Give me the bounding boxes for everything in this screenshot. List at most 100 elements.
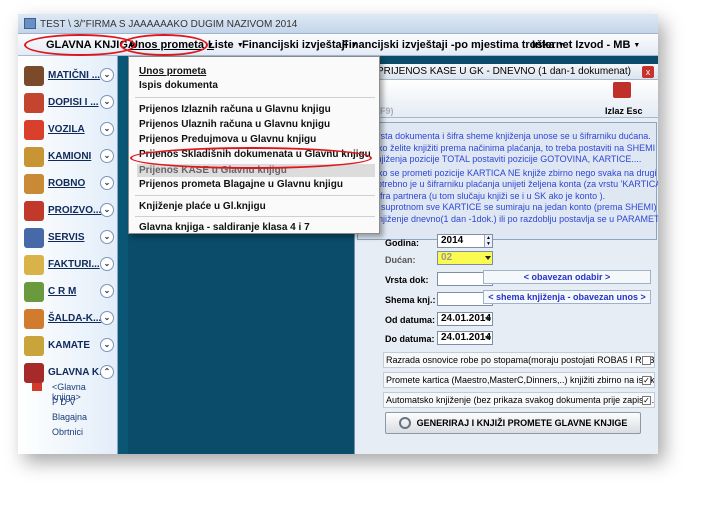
check-kartice-zbirno[interactable]: Promete kartica (Maestro,MasterC,Dinners… [383,372,655,388]
chevron-down-icon[interactable]: ⌄ [100,311,114,325]
transfer-panel: PRIJENOS KASE U GK - DNEVNO (1 dan-1 dok… [354,64,658,454]
chevron-down-icon [485,336,491,340]
app-window: TEST \ 3/"FIRMA S JAAAAAAKO DUGIM NAZIVO… [18,14,658,454]
menu-item-ispis-dokumenta[interactable]: Ispis dokumenta [137,79,375,92]
ducan-select[interactable]: 02 [437,251,493,265]
spinner-icon[interactable]: ▲ ▼ [484,235,492,247]
close-icon[interactable]: x [642,66,654,78]
title-bar: TEST \ 3/"FIRMA S JAAAAAAKO DUGIM NAZIVO… [18,14,658,34]
sidebar-item-robno[interactable]: ROBNO ⌄ [20,172,116,196]
highlight-oval-prijenos-kase [130,147,372,169]
do-datuma-input[interactable]: 24.01.2014 [437,331,493,345]
chevron-down-icon [485,317,491,321]
vrsta-dok-label: Vrsta dok: [385,275,429,285]
do-datuma-label: Do datuma: [385,334,435,344]
sidebar-item-servis[interactable]: SERVIS ⌄ [20,226,116,250]
generate-button[interactable]: GENERIRAJ I KNJIŽI PROMETE GLAVNE KNJIGE [385,412,641,434]
checkbox-kartice-zbirno[interactable]: ✓ [642,376,651,385]
chevron-down-icon[interactable]: ⌄ [100,338,114,352]
od-datuma-label: Od datuma: [385,315,436,325]
workspace-background [118,56,128,454]
chevron-down-icon[interactable]: ⌄ [100,230,114,244]
sidebar-item-vozila[interactable]: VOZILA ⌄ [20,118,116,142]
chevron-down-icon[interactable]: ⌄ [100,284,114,298]
sidebar-item-maticni[interactable]: MATIČNI ... ⌄ [20,64,116,88]
menu-internet-izvod[interactable]: Internet Izvod - MB ▼ [528,37,644,53]
godina-input[interactable]: 2014 ▲ ▼ [437,234,493,248]
chevron-down-icon: ▼ [633,42,641,49]
menu-item-prijenos-izlaznih[interactable]: Prijenos Izlaznih računa u Glavnu knjigu [137,103,375,116]
chevron-down-icon[interactable]: ⌄ [100,203,114,217]
truck-icon [24,147,44,167]
chevron-down-icon[interactable]: ⌄ [100,257,114,271]
goods-icon [24,174,44,194]
check-razrada[interactable]: Razrada osnovice robe po stopama(moraju … [383,352,655,368]
menu-item-saldiranje[interactable]: Glavna knjiga - saldiranje klasa 4 i 7 [137,221,375,234]
highlight-oval-unos-prometa [120,34,208,56]
menu-item-knjizenje-place[interactable]: Knjiženje plaće u Gl.knjigu [137,200,375,213]
balance-icon [24,309,44,329]
menu-separator [135,195,375,196]
sidebar-item-dopisi[interactable]: DOPISI I ... ⌄ [20,91,116,115]
chevron-down-icon[interactable]: ⌄ [100,122,114,136]
sidebar-item-salda-konti[interactable]: ŠALDA-K... ⌄ [20,307,116,331]
menu-separator [135,216,375,217]
ducan-label: Dućan: [385,255,416,265]
sidebar-subitem-obrtnici[interactable]: Obrtnici [52,427,83,437]
sidebar: MATIČNI ... ⌄ DOPISI I ... ⌄ VOZILA ⌄ KAMIO… [18,56,118,454]
menu-item-unos-prometa[interactable]: Unos prometa [137,65,375,78]
app-icon [24,18,36,29]
people-icon [24,282,44,302]
sidebar-item-proizvodnja[interactable]: PROIZVO... ⌄ [20,199,116,223]
books-icon [24,66,44,86]
chevron-down-icon[interactable]: ⌄ [100,149,114,163]
info-line: U suprotnom sve KARTICE se sumiraju na j… [372,202,657,212]
menu-item-prijenos-ulaznih[interactable]: Prijenos Ulaznih računa u Glavnu knjigu [137,118,375,131]
info-line: Knjiženje dnevno(1 dan -1dok.) ili po ra… [372,214,658,224]
chevron-down-icon[interactable]: ⌄ [100,176,114,190]
invoice-icon [24,255,44,275]
panel-title: PRIJENOS KASE U GK - DNEVNO (1 dan-1 dok… [355,64,658,80]
letters-icon [24,93,44,113]
info-box: Vrsta dokumenta i šifra sheme knjiženja … [357,122,658,240]
check-automatsko[interactable]: Automatsko knjiženje (bez prikaza svakog… [383,392,655,408]
shema-hint: < shema knjiženja - obavezan unos > [483,290,651,304]
od-datuma-input[interactable]: 24.01.2014 [437,312,493,326]
chevron-up-icon[interactable]: ⌃ [100,365,114,379]
info-line: potrebno je u šifrarniku plaćanja unijet… [372,179,658,189]
car-icon [24,120,44,140]
gear-icon [398,417,411,429]
info-line: Šifra partnera (u tom slučaju knjiži se … [372,191,606,201]
sidebar-item-crm[interactable]: C R M ⌄ [20,280,116,304]
exit-button[interactable]: Izlaz Esc [605,106,643,116]
vrsta-dok-hint: < obavezan odabir > [483,270,651,284]
info-line: Ako se prometi pozicije KARTICA NE knjiž… [372,168,658,178]
sidebar-item-kamate[interactable]: KAMATE ⌄ [20,334,116,358]
menu-separator [135,97,375,98]
checkbox-razrada[interactable] [642,356,651,365]
unos-prometa-menu: Unos prometa Ispis dokumenta Prijenos Iz… [128,56,380,234]
checkbox-automatsko[interactable]: ✓ [642,396,651,405]
chevron-down-icon[interactable]: ⌄ [100,95,114,109]
info-line: Vrsta dokumenta i šifra sheme knjiženja … [372,131,651,141]
chevron-down-icon [485,256,491,260]
godina-label: Godina: [385,238,419,248]
window-title: TEST \ 3/"FIRMA S JAAAAAAKO DUGIM NAZIVO… [40,19,298,30]
info-line: Ako želite knjižiti prema načinima plaća… [372,143,656,153]
chevron-down-icon[interactable]: ⌄ [100,68,114,82]
menu-item-prijenos-blagajne[interactable]: Prijenos prometa Blagajne u Glavnu knjig… [137,178,375,191]
wrench-icon [24,228,44,248]
panel-toolbar: (F9) Izlaz Esc [355,80,658,118]
sidebar-subitem-pdv[interactable]: P D V [52,397,75,407]
sidebar-item-kamioni[interactable]: KAMIONI ⌄ [20,145,116,169]
arrow-right-icon [32,383,42,391]
exit-door-icon[interactable] [613,82,631,98]
interest-icon [24,336,44,356]
sidebar-item-fakturiranje[interactable]: FAKTURI... ⌄ [20,253,116,277]
ledger-icon [24,363,44,383]
menu-item-prijenos-predujmova[interactable]: Prijenos Predujmova u Glavnu knjigu [137,133,375,146]
sidebar-subitem-blagajna[interactable]: Blagajna [52,412,87,422]
shema-label: Shema knj.: [385,295,436,305]
factory-icon [24,201,44,221]
info-line: knjiženja pozicije TOTAL postaviti pozic… [372,154,642,164]
